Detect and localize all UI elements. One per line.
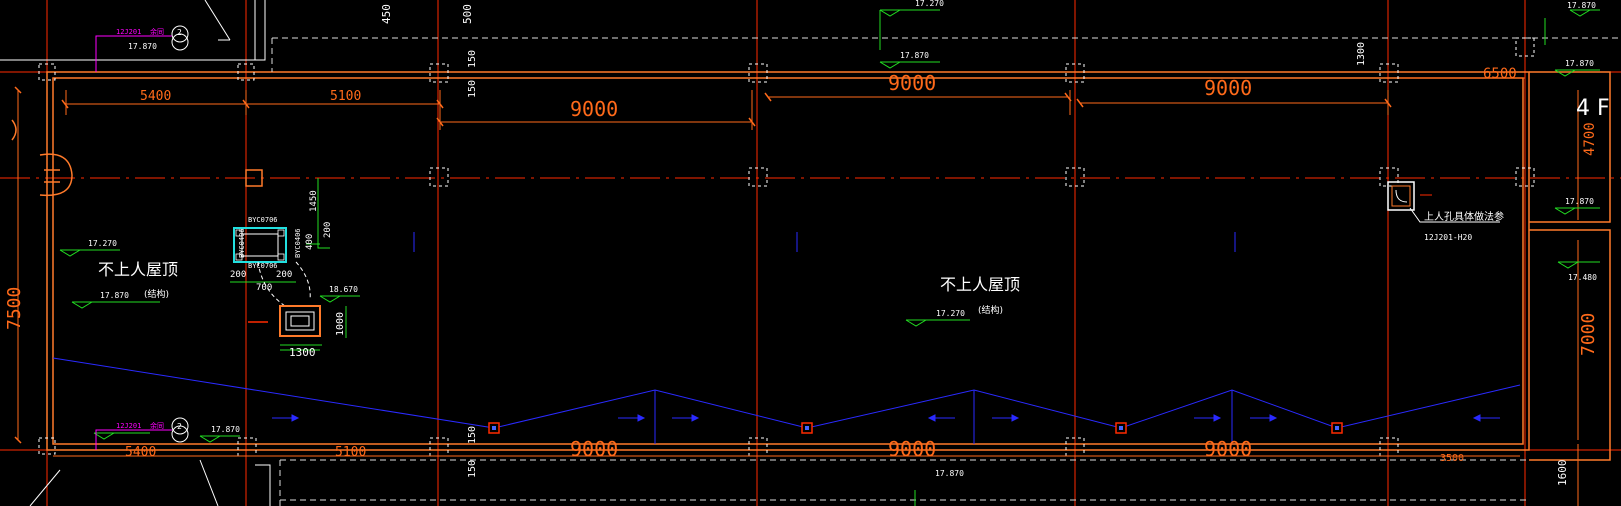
dim-bottom-4: 9000 [888,437,936,461]
dim-top-150b: 150 [467,80,478,98]
dim-bottom-2: 5100 [335,445,366,460]
dim-right-4700: 4700 [1582,122,1598,156]
elev-top-center: 17.870 [900,51,929,60]
top-dimension-texts: 5400 5100 9000 9000 9000 6500 [140,66,1517,121]
opening-dim-1300: 1300 [289,346,316,359]
dim-top-150a: 150 [467,50,478,68]
drainage-ridges [52,357,1521,444]
roof-title-left: 不上人屋顶 [98,260,178,279]
vent-dim-200b: 200 [230,270,246,280]
hatch-note-line1: 上人孔具体做法参 [1424,210,1504,223]
dim-top-450: 450 [380,4,393,24]
opening-dim-1000: 1000 [335,312,346,336]
elev-left-top: 17.270 [88,239,117,248]
roof-structure-center: (结构) [978,304,1003,316]
roof-opening: 1300 1000 [248,305,346,359]
elev-left-bottom: 17.870 [100,291,129,300]
columns [38,37,1535,457]
dim-bottom-3: 9000 [570,437,618,461]
elev-right-top: 17.870 [1565,59,1594,68]
vent-label-left: BYC0406 [238,228,246,258]
dim-top-500: 500 [461,4,474,24]
dim-right-7000: 7000 [1578,313,1599,356]
elev-right-mid: 17.870 [1565,197,1594,206]
roof-drains [488,422,1343,434]
vent-dim-200c: 200 [276,270,292,280]
dim-top-3: 9000 [570,97,618,121]
roof-plan-drawing: 5400 5100 9000 9000 9000 6500 5400 5100 … [0,0,1621,506]
vent-label-right: BYC0406 [294,228,302,258]
vent-label-top: BYC0706 [248,216,278,224]
cad-drawing-canvas[interactable]: 5400 5100 9000 9000 9000 6500 5400 5100 … [0,0,1621,506]
elev-bottom-center: 17.870 [935,469,964,478]
dim-top-1300: 1300 [1356,42,1367,66]
vent-dim-700: 700 [256,283,272,293]
hatch-note-line2: 12J201-H20 [1424,233,1472,242]
vent-dim-1450: 1450 [309,190,319,212]
dim-bottom-150b: 150 [467,460,478,478]
detail-ref-bottom-word: 余同 [150,421,164,430]
dimension-lines [14,77,1579,506]
dim-bottom-150a: 150 [467,426,478,444]
roof-hatch: 上人孔具体做法参 12J201-H20 [1387,181,1504,242]
elev-ref-top: 17.870 [128,42,157,51]
vent-dim-400: 400 [305,234,315,250]
elev-center: 17.270 [936,309,965,318]
roof-structure-left: (结构) [144,288,169,300]
roof-title-center: 不上人屋顶 [940,275,1020,294]
dim-bottom-5: 9000 [1204,437,1252,461]
dim-top-2: 5100 [330,89,361,104]
dim-bottom-1: 5400 [125,445,156,460]
dim-left-7500: 7500 [4,287,25,330]
slope-arrows [272,232,1500,422]
dim-right-1600: 1600 [1556,460,1569,487]
vent-dim-200a: 200 [323,222,333,238]
detail-ref-bottom-code: 12J201 [116,422,141,430]
floor-label: 4 F [1576,96,1610,121]
wall-outline [46,71,1611,461]
elev-top-right-2: 17.870 [1567,1,1596,10]
dim-top-5: 9000 [1204,76,1252,100]
elevation-marks [59,9,1600,506]
dim-top-1: 5400 [140,89,171,104]
left-fixture [11,119,73,197]
detail-ref-top-word: 余同 [150,27,164,36]
detail-ref-top-num: 2 [177,28,182,37]
dim-bottom-6: 3500 [1440,453,1464,464]
elev-vent: 18.670 [329,285,358,294]
detail-ref-bottom-num: 2 [177,422,182,431]
dim-top-6: 6500 [1483,66,1517,82]
detail-ref-top-code: 12J201 [116,28,141,36]
dim-top-4: 9000 [888,71,936,95]
elev-right-low: 17.480 [1568,273,1597,282]
vent-label-bottom: BYC0706 [248,262,278,270]
elev-bottom-left: 17.870 [211,425,240,434]
elev-top-center-2: 17.270 [915,0,944,8]
